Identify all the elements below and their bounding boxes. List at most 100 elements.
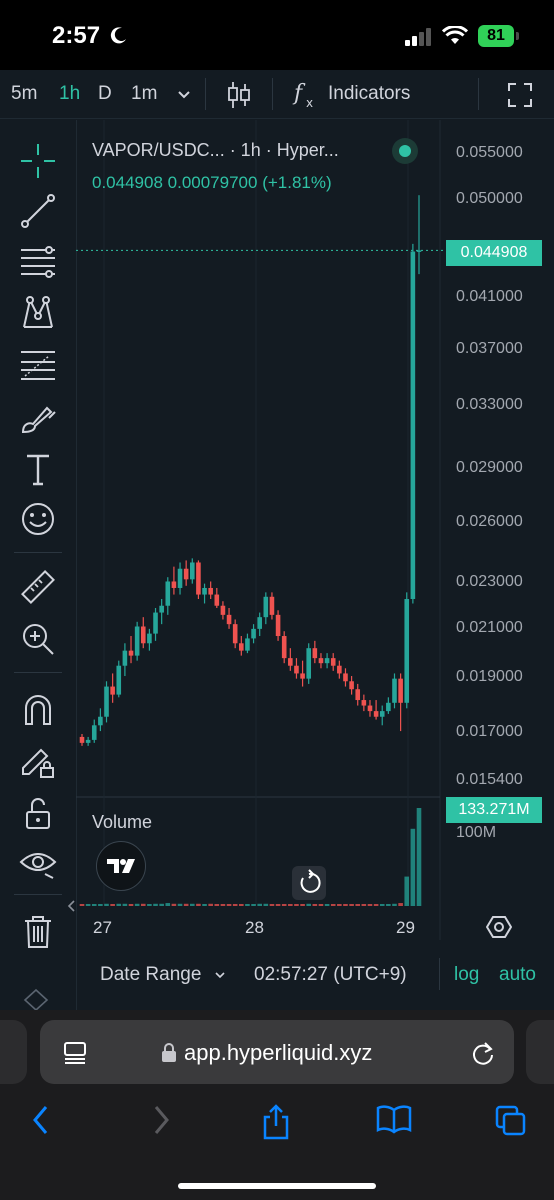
volume-bar — [324, 904, 330, 906]
chart-ohlc-legend: 0.044908 0.00079700 (+1.81%) — [92, 173, 332, 193]
previous-tab-preview[interactable] — [0, 1020, 27, 1084]
candle-body — [361, 700, 367, 706]
reload-icon[interactable] — [470, 1040, 496, 1066]
candle-body — [337, 665, 342, 674]
volume-bar — [171, 903, 177, 906]
candle-body — [85, 739, 91, 743]
volume-bar — [281, 904, 287, 906]
candle-body — [343, 673, 348, 682]
home-indicator — [178, 1183, 376, 1189]
candle-body — [324, 658, 330, 664]
candle-body — [183, 568, 189, 580]
volume-bar — [398, 903, 403, 906]
bottom-bar-separator — [439, 958, 440, 990]
candle-body — [367, 705, 373, 712]
legend-change-percent: (+1.81%) — [262, 173, 332, 192]
candle-body — [239, 643, 244, 651]
candle-body — [171, 581, 177, 588]
volume-bar — [306, 903, 312, 906]
volume-bar — [128, 904, 134, 906]
volume-bar — [226, 904, 232, 906]
collapse-toolbar-icon[interactable] — [22, 986, 50, 1010]
market-status-indicator — [392, 138, 418, 164]
date-range-button[interactable]: Date Range — [100, 964, 201, 986]
volume-bar — [79, 904, 85, 906]
volume-bar — [140, 903, 146, 906]
candle-body — [202, 587, 207, 595]
candle-body — [312, 648, 318, 659]
volume-bar — [275, 904, 281, 906]
price-axis-label: 0.026000 — [456, 513, 523, 530]
timezone-clock[interactable]: 02:57:27 (UTC+9) — [254, 964, 407, 986]
back-icon[interactable] — [30, 1104, 52, 1136]
volume-bar — [208, 903, 213, 906]
url-text[interactable]: app.hyperliquid.xyz — [184, 1040, 372, 1066]
volume-axis-label: 100M — [456, 824, 497, 841]
volume-bar — [349, 904, 354, 906]
volume-bar — [104, 903, 109, 906]
price-axis-label: 0.021000 — [456, 619, 523, 636]
price-axis-label: 0.050000 — [456, 190, 523, 207]
candle-body — [373, 711, 379, 717]
volume-bar — [355, 904, 361, 906]
candle-body — [349, 681, 354, 690]
tradingview-logo[interactable] — [96, 841, 146, 891]
volume-bar — [251, 904, 256, 906]
bookmarks-icon[interactable] — [376, 1104, 412, 1134]
volume-bar — [183, 903, 189, 906]
price-axis-label: 0.037000 — [456, 340, 523, 357]
candle-body — [79, 736, 85, 743]
volume-bar — [116, 903, 122, 906]
auto-scale-toggle[interactable]: auto — [499, 964, 536, 986]
candle-body — [263, 596, 269, 618]
volume-bar — [85, 904, 91, 906]
volume-bar — [392, 903, 397, 906]
next-tab-preview[interactable] — [526, 1020, 554, 1084]
reader-page-menu-icon[interactable] — [62, 1040, 88, 1066]
reset-rotate-icon — [300, 869, 321, 893]
volume-bar — [318, 904, 324, 906]
volume-bar — [386, 904, 391, 906]
candle-body — [404, 599, 410, 703]
price-axis-label: 0.055000 — [456, 144, 523, 161]
candle-body — [410, 251, 416, 600]
tabs-icon[interactable] — [494, 1104, 528, 1138]
candle-body — [294, 665, 299, 674]
volume-bar — [263, 903, 269, 906]
reset-chart-button[interactable] — [292, 866, 326, 900]
candle-body — [177, 568, 183, 588]
candle-body — [275, 614, 281, 637]
candle-body — [128, 650, 134, 656]
candle-body — [232, 624, 238, 644]
volume-pane-title: Volume — [92, 812, 153, 832]
candle-body — [196, 562, 201, 595]
candle-body — [226, 614, 232, 625]
tradingview-logo-icon — [107, 859, 135, 873]
forward-icon[interactable] — [150, 1104, 172, 1136]
candle-body — [392, 678, 397, 703]
candle-body — [288, 658, 293, 666]
share-icon[interactable] — [260, 1104, 292, 1140]
volume-bar — [379, 904, 385, 906]
scroll-left-chevron-icon[interactable] — [66, 898, 76, 914]
candle-body — [330, 658, 336, 666]
log-scale-toggle[interactable]: log — [454, 964, 479, 986]
volume-bar — [189, 903, 195, 906]
candle-body — [379, 711, 385, 717]
legend-change: 0.00079700 — [167, 173, 258, 192]
candle-body — [140, 626, 146, 644]
date-range-chevron-down-icon[interactable] — [214, 969, 226, 981]
volume-bar — [122, 903, 128, 906]
time-axis-label: 29 — [396, 918, 415, 937]
price-axis-label: 0.019000 — [456, 668, 523, 685]
volume-bar — [159, 903, 164, 906]
candle-body — [147, 633, 152, 644]
current-price-tag: 0.044908 — [446, 240, 542, 266]
volume-bar — [269, 904, 275, 906]
chart-symbol-title[interactable]: VAPOR/USDC... · 1h · Hyper... — [92, 140, 339, 161]
price-axis-label: 0.017000 — [456, 723, 523, 740]
volume-bar — [147, 904, 152, 906]
candle-body — [165, 581, 171, 606]
chart-settings-icon[interactable] — [486, 914, 512, 940]
volume-bar — [110, 904, 115, 906]
